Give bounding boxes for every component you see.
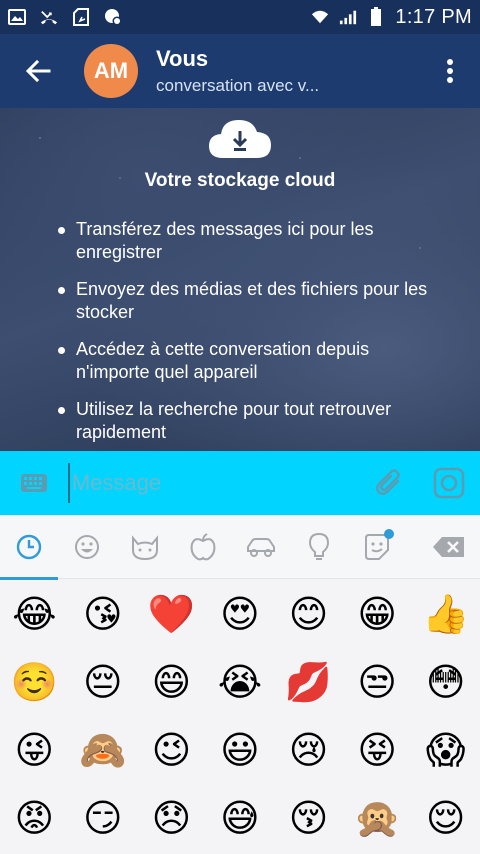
- emoji-button[interactable]: 😡: [0, 784, 69, 852]
- emoji-button[interactable]: 😔: [69, 648, 138, 716]
- wifi-icon: [311, 8, 329, 26]
- paperclip-icon: [375, 469, 400, 495]
- status-bar: 1:17 PM: [0, 0, 480, 34]
- cat-icon: [132, 535, 158, 561]
- emoji-button[interactable]: 😝: [343, 716, 412, 784]
- apple-icon: [190, 533, 216, 561]
- backspace-icon: [433, 537, 464, 557]
- status-time: 1:17 PM: [395, 5, 472, 28]
- backspace-button[interactable]: [418, 515, 480, 579]
- chat-area[interactable]: Votre stockage cloud Transférez des mess…: [0, 108, 480, 451]
- emoji-button[interactable]: 😅: [206, 784, 275, 852]
- avatar[interactable]: AM: [84, 44, 138, 98]
- emoji-button[interactable]: 😏: [69, 784, 138, 852]
- list-item: Transférez des messages ici pour les enr…: [56, 218, 436, 264]
- list-item: Accédez à cette conversation depuis n'im…: [56, 338, 436, 384]
- keyboard-icon: [20, 474, 47, 492]
- emoji-button[interactable]: 😘: [69, 580, 138, 648]
- camera-button[interactable]: [418, 451, 480, 515]
- chat-title: Vous: [156, 46, 209, 71]
- emoji-button[interactable]: 😢: [274, 716, 343, 784]
- cloud-info-list: Transférez des messages ici pour les enr…: [56, 218, 436, 451]
- new-stickers-badge: [384, 529, 394, 539]
- tab-recent[interactable]: [0, 515, 58, 580]
- list-item: Envoyez des médias et des fichiers pour …: [56, 278, 436, 324]
- chat-header: AM Vous conversation avec v...: [0, 34, 480, 108]
- attach-button[interactable]: [360, 451, 418, 515]
- smiley-icon: [75, 535, 99, 559]
- emoji-button[interactable]: 😜: [0, 716, 69, 784]
- emoji-button[interactable]: 😃: [206, 716, 275, 784]
- tab-smileys[interactable]: [58, 515, 116, 579]
- gallery-icon: [8, 8, 26, 26]
- message-composer: [0, 451, 480, 515]
- emoji-button[interactable]: 😄: [137, 648, 206, 716]
- emoji-button[interactable]: ☺️: [0, 648, 69, 716]
- emoji-button[interactable]: 😂: [0, 580, 69, 648]
- emoji-button[interactable]: 😉: [137, 716, 206, 784]
- emoji-button[interactable]: 😍: [206, 580, 275, 648]
- emoji-button[interactable]: 😱: [411, 716, 480, 784]
- camera-icon: [433, 467, 465, 499]
- tab-travel[interactable]: [232, 515, 290, 579]
- emoji-button[interactable]: 😌: [411, 784, 480, 852]
- emoji-button[interactable]: 👍: [411, 580, 480, 648]
- emoji-button[interactable]: 😚: [274, 784, 343, 852]
- emoji-button[interactable]: 😊: [274, 580, 343, 648]
- chat-title-block[interactable]: Vous conversation avec v...: [156, 46, 319, 96]
- emoji-grid: 😂 😘 ❤️ 😍 😊 😁 👍 ☺️ 😔 😄 😭 💋 😒 😳 😜 🙈 😉 😃 😢 😝 😱 😡 😏 😞 😅 😚 🙊 😌: [0, 580, 480, 854]
- battery-icon: [367, 7, 385, 26]
- settings-bubble-icon: [104, 8, 122, 26]
- emoji-button[interactable]: 💋: [274, 648, 343, 716]
- tab-food[interactable]: [174, 515, 232, 579]
- emoji-button[interactable]: 😭: [206, 648, 275, 716]
- cloud-storage-title: Votre stockage cloud: [144, 170, 336, 191]
- cloud-download-icon: [207, 114, 273, 162]
- message-input[interactable]: [67, 463, 360, 503]
- overflow-menu-button[interactable]: [420, 34, 480, 108]
- more-vert-icon: [447, 59, 453, 83]
- emoji-button[interactable]: 😞: [137, 784, 206, 852]
- missed-call-icon: [40, 8, 58, 26]
- emoji-button[interactable]: 🙊: [343, 784, 412, 852]
- tab-stickers[interactable]: [348, 515, 406, 579]
- sd-card-icon: [72, 8, 90, 26]
- emoji-button[interactable]: 😁: [343, 580, 412, 648]
- list-item: Utilisez la recherche pour tout retrouve…: [56, 398, 436, 444]
- tab-animals[interactable]: [116, 515, 174, 579]
- lightbulb-icon: [308, 532, 330, 560]
- chat-subtitle: conversation avec v...: [156, 76, 320, 95]
- emoji-button[interactable]: 😒: [343, 648, 412, 716]
- back-arrow-icon: [25, 59, 51, 83]
- emoji-category-tabs: [0, 515, 480, 580]
- back-button[interactable]: [0, 34, 76, 108]
- emoji-button[interactable]: 😳: [411, 648, 480, 716]
- tab-objects[interactable]: [290, 515, 348, 579]
- signal-icon: [339, 8, 357, 26]
- recent-icon: [16, 534, 42, 560]
- car-icon: [247, 538, 275, 557]
- emoji-button[interactable]: ❤️: [137, 580, 206, 648]
- emoji-button[interactable]: 🙈: [69, 716, 138, 784]
- keyboard-toggle-button[interactable]: [0, 451, 68, 515]
